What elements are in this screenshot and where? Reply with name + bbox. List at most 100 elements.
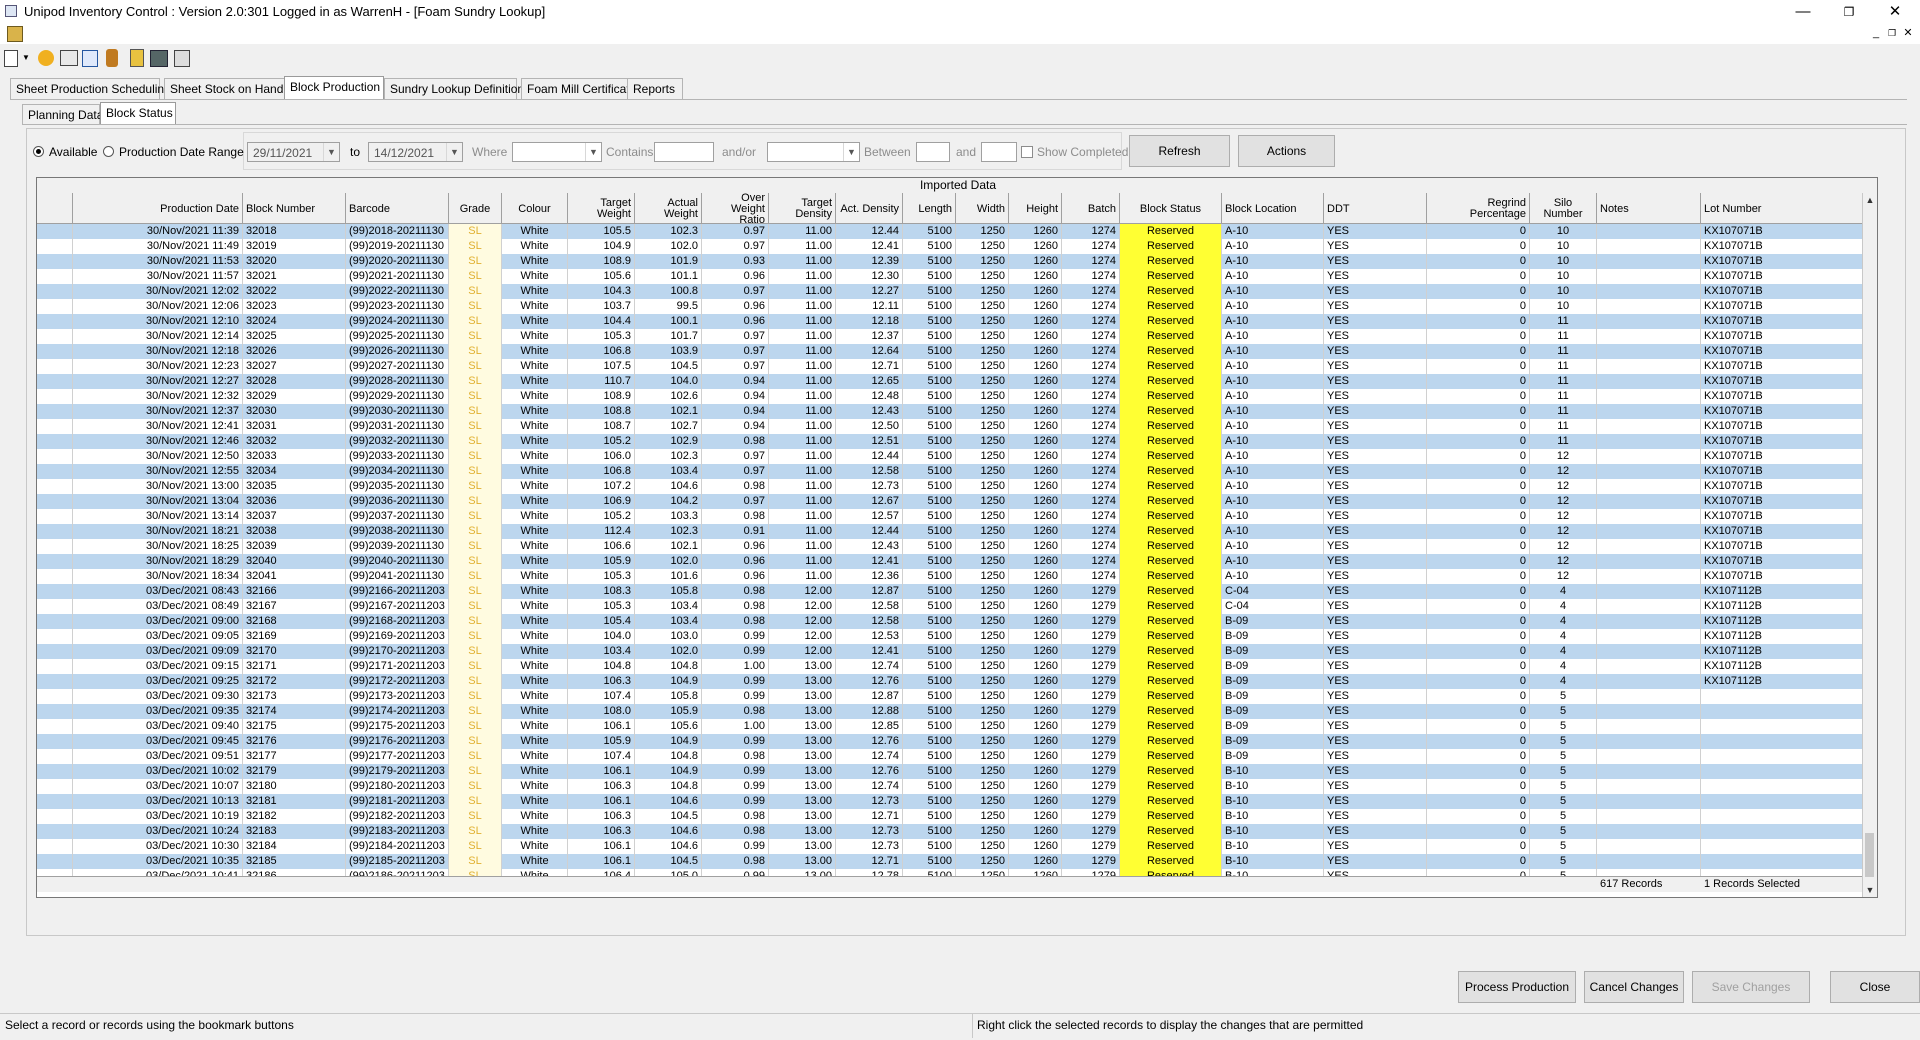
col-production-date-cell[interactable]: 03/Dec/2021 09:45 [73, 734, 243, 749]
col-barcode-cell[interactable]: (99)2176-20211203 [346, 734, 449, 749]
col-silo-number-cell[interactable]: 11 [1530, 314, 1597, 329]
col-over-weight-ratio-cell[interactable]: 0.98 [702, 704, 769, 719]
col-block-status-cell[interactable]: Reserved [1120, 779, 1222, 794]
col-block-number-cell[interactable]: 32183 [243, 824, 346, 839]
col-notes-cell[interactable] [1597, 419, 1701, 434]
between-and-input[interactable] [981, 142, 1017, 162]
col-length-cell[interactable]: 5100 [903, 779, 956, 794]
col-notes-cell[interactable] [1597, 389, 1701, 404]
col-length-cell[interactable]: 5100 [903, 689, 956, 704]
col-batch-cell[interactable]: 1274 [1062, 419, 1120, 434]
col-target-density-cell[interactable]: 11.00 [769, 269, 836, 284]
col-actual-weight-cell[interactable]: 104.6 [635, 479, 702, 494]
col-target-weight-cell[interactable]: 105.9 [568, 734, 635, 749]
col-block-status-cell[interactable]: Reserved [1120, 449, 1222, 464]
col-target-weight-cell[interactable]: 105.6 [568, 269, 635, 284]
col-block-number-cell[interactable]: 32172 [243, 674, 346, 689]
col-colour-cell[interactable]: White [502, 494, 568, 509]
col-colour-cell[interactable]: White [502, 359, 568, 374]
col-act-density-cell[interactable]: 12.71 [836, 359, 903, 374]
col-production-date-cell[interactable]: 30/Nov/2021 11:49 [73, 239, 243, 254]
col-regrind-percentage-cell[interactable]: 0 [1427, 599, 1530, 614]
table-row[interactable]: 30/Nov/2021 12:46 32032 (99)2032-20211130 S… [37, 434, 1865, 449]
col-block-status-cell[interactable]: Reserved [1120, 404, 1222, 419]
col-lot-number-cell[interactable] [1701, 824, 1865, 839]
col-actual-weight-cell[interactable]: 102.0 [635, 554, 702, 569]
col-width-cell[interactable]: 1250 [956, 794, 1009, 809]
col-regrind-percentage-cell[interactable]: 0 [1427, 839, 1530, 854]
col-ddt-cell[interactable]: YES [1324, 869, 1427, 876]
col-actual-weight-cell[interactable]: 102.0 [635, 644, 702, 659]
col-regrind-percentage-cell[interactable]: 0 [1427, 329, 1530, 344]
col-height-cell[interactable]: 1260 [1009, 359, 1062, 374]
col-height-cell[interactable]: 1260 [1009, 854, 1062, 869]
col-silo-number-cell[interactable]: 10 [1530, 284, 1597, 299]
star-icon[interactable] [38, 50, 54, 66]
col-silo-number-cell[interactable]: 11 [1530, 389, 1597, 404]
col-block-location-cell[interactable]: B-09 [1222, 644, 1324, 659]
col-block-status-cell[interactable]: Reserved [1120, 689, 1222, 704]
col-target-density-cell[interactable]: 13.00 [769, 764, 836, 779]
col-over-weight-ratio-cell[interactable]: 0.99 [702, 779, 769, 794]
col-colour-cell[interactable]: White [502, 479, 568, 494]
col-width-cell[interactable]: 1250 [956, 839, 1009, 854]
col-production-date-cell[interactable]: 30/Nov/2021 12:23 [73, 359, 243, 374]
col-lot-number-cell[interactable]: KX107071B [1701, 509, 1865, 524]
col-block-location-cell[interactable]: B-10 [1222, 809, 1324, 824]
col-notes-cell[interactable] [1597, 614, 1701, 629]
col-silo-number-cell[interactable]: 12 [1530, 494, 1597, 509]
col-regrind-percentage-cell[interactable]: 0 [1427, 509, 1530, 524]
col-block-status-cell[interactable]: Reserved [1120, 239, 1222, 254]
col-width-cell[interactable]: 1250 [956, 359, 1009, 374]
col-lot-number-cell[interactable]: KX107071B [1701, 494, 1865, 509]
col-barcode-cell[interactable]: (99)2175-20211203 [346, 719, 449, 734]
row-bookmark[interactable] [37, 314, 73, 329]
col-target-density-cell[interactable]: 11.00 [769, 539, 836, 554]
col-barcode-cell[interactable]: (99)2173-20211203 [346, 689, 449, 704]
col-notes-cell[interactable] [1597, 674, 1701, 689]
col-target-density-cell[interactable]: 11.00 [769, 494, 836, 509]
col-actual-weight-cell[interactable]: 104.6 [635, 794, 702, 809]
col-target-density-cell[interactable]: 11.00 [769, 419, 836, 434]
row-bookmark[interactable] [37, 644, 73, 659]
col-batch-cell[interactable]: 1279 [1062, 749, 1120, 764]
col-over-weight-ratio-cell[interactable]: 0.93 [702, 254, 769, 269]
col-width-cell[interactable]: 1250 [956, 734, 1009, 749]
col-colour-cell[interactable]: White [502, 689, 568, 704]
col-notes-cell[interactable] [1597, 794, 1701, 809]
row-bookmark[interactable] [37, 764, 73, 779]
col-length-header[interactable]: Length [903, 193, 956, 223]
col-height-cell[interactable]: 1260 [1009, 494, 1062, 509]
col-act-density-cell[interactable]: 12.74 [836, 749, 903, 764]
col-barcode-cell[interactable]: (99)2166-20211203 [346, 584, 449, 599]
col-notes-cell[interactable] [1597, 314, 1701, 329]
col-length-cell[interactable]: 5100 [903, 299, 956, 314]
col-silo-number-cell[interactable]: 5 [1530, 704, 1597, 719]
col-target-weight-cell[interactable]: 110.7 [568, 374, 635, 389]
row-bookmark[interactable] [37, 434, 73, 449]
andor-select[interactable]: ▼ [767, 142, 860, 162]
col-height-cell[interactable]: 1260 [1009, 764, 1062, 779]
new-document-icon[interactable] [4, 50, 18, 67]
col-block-location-cell[interactable]: A-10 [1222, 449, 1324, 464]
col-ddt-cell[interactable]: YES [1324, 599, 1427, 614]
col-over-weight-ratio-cell[interactable]: 0.98 [702, 434, 769, 449]
col-block-location-cell[interactable]: B-09 [1222, 629, 1324, 644]
col-grade-cell[interactable]: SL [449, 674, 502, 689]
col-barcode-cell[interactable]: (99)2022-20211130 [346, 284, 449, 299]
col-block-status-cell[interactable]: Reserved [1120, 674, 1222, 689]
col-ddt-cell[interactable]: YES [1324, 269, 1427, 284]
col-target-weight-cell[interactable]: 106.1 [568, 839, 635, 854]
col-colour-cell[interactable]: White [502, 269, 568, 284]
col-block-location-cell[interactable]: B-09 [1222, 719, 1324, 734]
col-silo-number-cell[interactable]: 4 [1530, 584, 1597, 599]
col-target-density-cell[interactable]: 13.00 [769, 659, 836, 674]
col-block-number-cell[interactable]: 32170 [243, 644, 346, 659]
col-block-location-cell[interactable]: A-10 [1222, 554, 1324, 569]
col-block-status-cell[interactable]: Reserved [1120, 614, 1222, 629]
col-lot-number-cell[interactable]: KX107112B [1701, 584, 1865, 599]
col-block-location-cell[interactable]: A-10 [1222, 299, 1324, 314]
row-bookmark[interactable] [37, 524, 73, 539]
col-act-density-cell[interactable]: 12.11 [836, 299, 903, 314]
person-icon[interactable] [106, 49, 118, 67]
